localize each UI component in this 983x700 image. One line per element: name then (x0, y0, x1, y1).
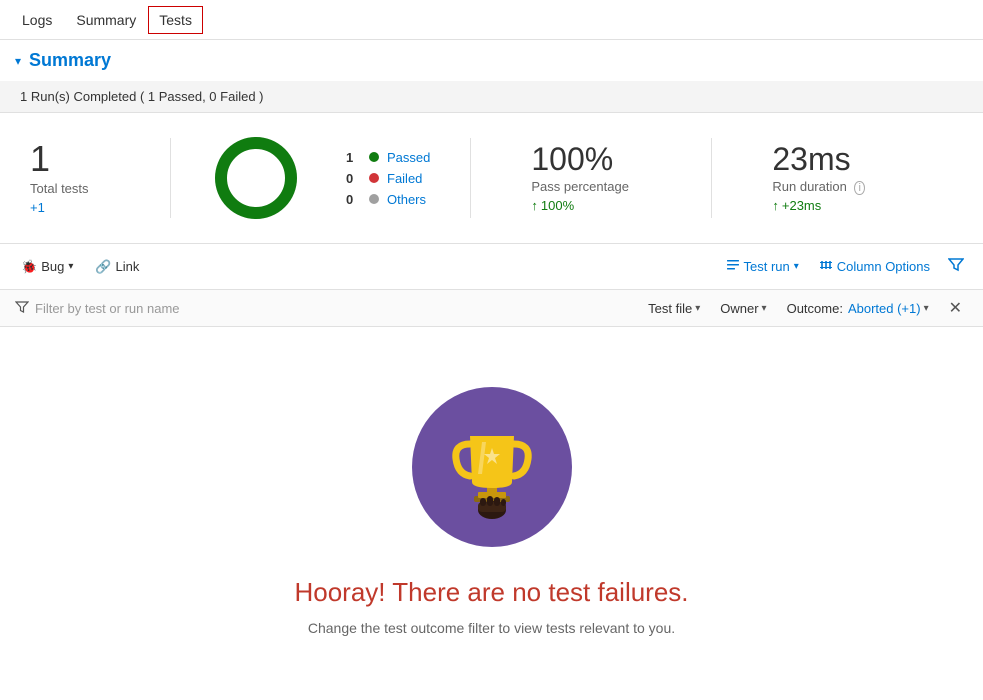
main-content: Hooray! There are no test failures. Chan… (0, 327, 983, 676)
test-run-icon (726, 258, 740, 275)
legend-passed-label[interactable]: Passed (387, 150, 430, 165)
column-options-icon (819, 258, 833, 275)
tab-logs[interactable]: Logs (10, 4, 64, 36)
summary-title: Summary (29, 50, 111, 71)
filter-left: Filter by test or run name (15, 300, 180, 317)
pass-percent-delta: ↑ 100% (531, 198, 671, 213)
filter-funnel-icon (15, 300, 29, 317)
run-info-text: 1 Run(s) Completed ( 1 Passed, 0 Failed … (20, 89, 264, 104)
divider-2 (470, 138, 471, 218)
filter-right: Test file ▾ Owner ▾ Outcome: Aborted (+1… (642, 296, 968, 320)
legend-others-count: 0 (346, 192, 361, 207)
legend-failed-label[interactable]: Failed (387, 171, 422, 186)
filter-bar: Filter by test or run name Test file ▾ O… (0, 290, 983, 327)
column-options-button[interactable]: Column Options (813, 254, 936, 279)
pass-percent-value: 100% (531, 143, 671, 175)
trophy-svg (437, 412, 547, 522)
run-duration-label: Run duration i (772, 179, 912, 194)
run-duration-value: 23ms (772, 143, 912, 175)
pass-delta-value: 100% (541, 198, 574, 213)
summary-chevron: ▾ (15, 54, 21, 68)
owner-dropdown[interactable]: Owner ▾ (714, 298, 772, 319)
pass-percent-block: 100% Pass percentage ↑ 100% (531, 143, 671, 213)
link-label: Link (116, 259, 140, 274)
test-file-chevron-icon: ▾ (695, 303, 700, 314)
run-info-bar: 1 Run(s) Completed ( 1 Passed, 0 Failed … (0, 81, 983, 113)
test-run-label: Test run (744, 259, 790, 274)
legend: 1 Passed 0 Failed 0 Others (346, 150, 430, 207)
link-button[interactable]: 🔗 Link (89, 255, 145, 279)
owner-label: Owner (720, 301, 758, 316)
bug-chevron-icon: ▾ (68, 261, 73, 272)
test-file-label: Test file (648, 301, 692, 316)
top-nav: Logs Summary Tests (0, 0, 983, 40)
toolbar-right: Test run ▾ Column Options (720, 252, 969, 281)
outcome-chevron-icon: ▾ (924, 303, 929, 314)
toolbar: 🐞 Bug ▾ 🔗 Link Test run ▾ Column (0, 244, 983, 290)
run-duration-delta: ↑ +23ms (772, 198, 912, 213)
test-run-chevron-icon: ▾ (794, 261, 799, 272)
toolbar-left: 🐞 Bug ▾ 🔗 Link (15, 255, 145, 279)
total-tests-block: 1 Total tests +1 (30, 141, 130, 215)
bug-icon: 🐞 (21, 259, 37, 275)
summary-header[interactable]: ▾ Summary (0, 40, 983, 81)
tab-summary[interactable]: Summary (64, 4, 148, 36)
trophy-illustration (412, 387, 572, 547)
run-duration-info-icon: i (854, 181, 864, 195)
legend-others-dot (369, 194, 379, 204)
outcome-dropdown[interactable]: Outcome: Aborted (+1) ▾ (781, 298, 935, 319)
legend-others: 0 Others (346, 192, 430, 207)
divider-3 (711, 138, 712, 218)
test-file-dropdown[interactable]: Test file ▾ (642, 298, 706, 319)
bug-label: Bug (41, 259, 64, 274)
column-options-label: Column Options (837, 259, 930, 274)
total-tests-count: 1 (30, 141, 130, 177)
filter-close-button[interactable]: ✕ (943, 296, 968, 320)
test-run-button[interactable]: Test run ▾ (720, 254, 805, 279)
summary-section: ▾ Summary 1 Run(s) Completed ( 1 Passed,… (0, 40, 983, 327)
legend-passed-count: 1 (346, 150, 361, 165)
total-tests-label: Total tests (30, 181, 130, 196)
legend-failed: 0 Failed (346, 171, 430, 186)
legend-passed: 1 Passed (346, 150, 430, 165)
run-duration-delta-value: +23ms (782, 198, 821, 213)
stats-area: 1 Total tests +1 1 Passed 0 F (0, 113, 983, 244)
divider-1 (170, 138, 171, 218)
donut-svg (211, 133, 301, 223)
total-tests-delta: +1 (30, 200, 130, 215)
outcome-value: Aborted (+1) (848, 301, 921, 316)
legend-failed-dot (369, 173, 379, 183)
hooray-text: Hooray! There are no test failures. (294, 577, 688, 608)
bug-button[interactable]: 🐞 Bug ▾ (15, 255, 79, 279)
filter-placeholder[interactable]: Filter by test or run name (35, 301, 180, 316)
legend-others-label[interactable]: Others (387, 192, 426, 207)
outcome-label: Outcome: (787, 301, 843, 316)
legend-failed-count: 0 (346, 171, 361, 186)
run-duration-block: 23ms Run duration i ↑ +23ms (772, 143, 912, 213)
donut-chart (211, 133, 301, 223)
run-duration-arrow: ↑ (772, 198, 779, 213)
tab-tests[interactable]: Tests (148, 6, 203, 34)
run-duration-label-text: Run duration (772, 179, 846, 194)
link-icon: 🔗 (95, 259, 111, 275)
pass-delta-arrow: ↑ (531, 198, 538, 213)
owner-chevron-icon: ▾ (762, 303, 767, 314)
filter-icon-button[interactable] (944, 252, 968, 281)
sub-text: Change the test outcome filter to view t… (308, 620, 675, 636)
pass-percent-label: Pass percentage (531, 179, 671, 194)
legend-passed-dot (369, 152, 379, 162)
